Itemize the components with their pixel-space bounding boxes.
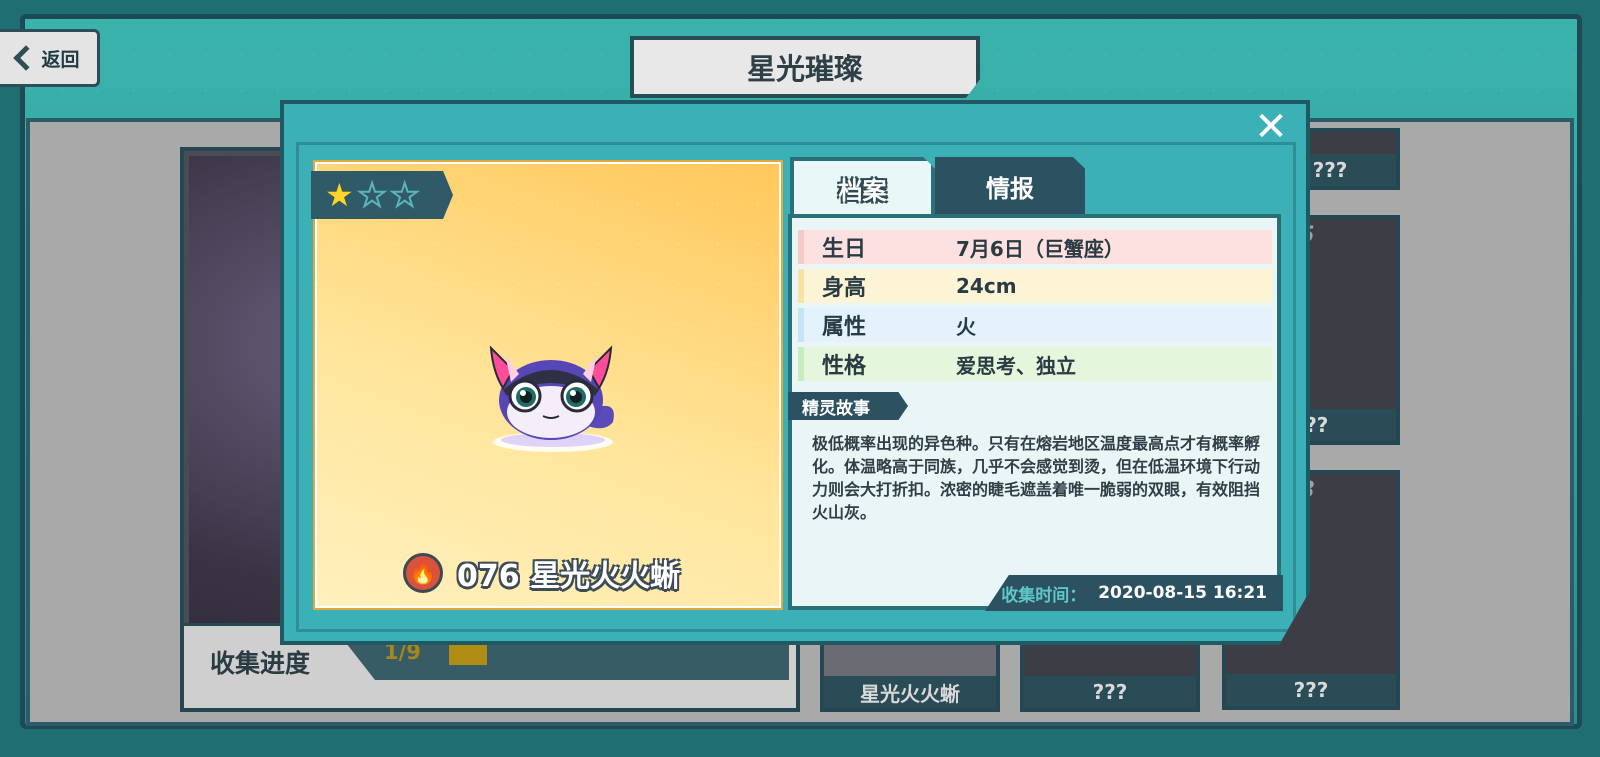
fire-icon: 🔥	[403, 553, 443, 593]
pet-name-row: 🔥 076 星光火火蜥	[403, 548, 743, 598]
progress-fill	[449, 643, 487, 665]
attribute-value: 24cm	[872, 269, 1272, 303]
tab-profile-label: 档案	[838, 176, 887, 205]
attribute-row: 属性 火	[798, 308, 1272, 342]
tab-profile[interactable]: 档案	[790, 157, 935, 215]
attribute-value: 爱思考、独立	[872, 347, 1272, 381]
attribute-key: 生日	[798, 230, 872, 264]
pet-card-label: ???	[1226, 674, 1396, 706]
tab-intel[interactable]: 情报	[935, 157, 1085, 215]
back-button[interactable]: 返回	[0, 29, 100, 87]
pet-name: 星光火火蜥	[530, 559, 681, 594]
pet-illustration	[489, 345, 614, 452]
back-label: 返回	[41, 48, 80, 71]
star-filled-icon: ★	[325, 176, 354, 214]
collect-time-bar: 收集时间： 2020-08-15 16:21	[985, 575, 1283, 611]
pet-card-label: 星光火火蜥	[824, 676, 996, 708]
attribute-value: 7月6日（巨蟹座）	[872, 230, 1272, 264]
pet-title: 076 星光火火蜥	[457, 551, 680, 595]
close-icon[interactable]: ✕	[1254, 107, 1288, 147]
attribute-row: 性格 爱思考、独立	[798, 347, 1272, 381]
attribute-key: 属性	[798, 308, 872, 342]
story-label: 精灵故事	[788, 392, 908, 420]
tab-intel-label: 情报	[986, 174, 1034, 203]
progress-label: 收集进度	[210, 649, 311, 678]
pet-card-label: ???	[1024, 676, 1196, 708]
pet-number: 076	[457, 559, 520, 594]
page-title: 星光璀璨	[630, 36, 980, 98]
collect-time-value: 2020-08-15 16:21	[1098, 583, 1267, 603]
collect-time-label: 收集时间：	[1001, 585, 1087, 606]
star-rating: ★ ★ ★	[311, 171, 453, 219]
attribute-key: 性格	[798, 347, 872, 381]
attribute-row: 生日 7月6日（巨蟹座）	[798, 230, 1272, 264]
attribute-key: 身高	[798, 269, 872, 303]
chevron-left-icon	[13, 45, 40, 71]
attribute-value: 火	[872, 308, 1272, 342]
star-empty-icon: ★	[357, 176, 388, 214]
story-text: 极低概率出现的异色种。只有在熔岩地区温度最高点才有概率孵化。体温略高于同族，几乎…	[812, 434, 1261, 522]
attribute-row: 身高 24cm	[798, 269, 1272, 303]
star-empty-icon: ★	[389, 176, 420, 214]
